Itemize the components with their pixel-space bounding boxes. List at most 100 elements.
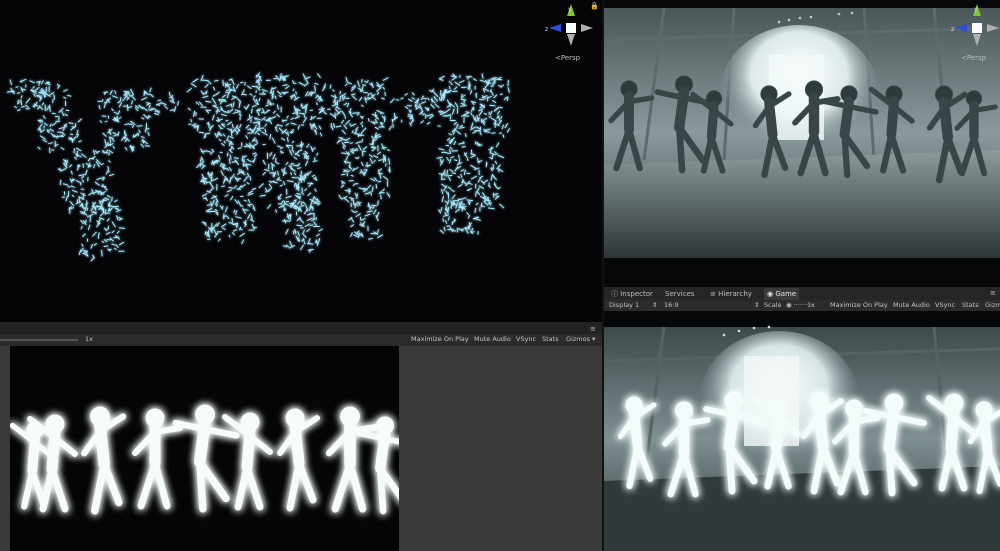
gizmos-dropdown[interactable]: Gizm xyxy=(985,300,1000,311)
particle-streak xyxy=(451,190,455,192)
particle-streak xyxy=(67,185,70,188)
particle-streak xyxy=(245,124,250,129)
particle-streak xyxy=(481,73,484,79)
particle-streak xyxy=(438,96,441,101)
particle-streak xyxy=(296,193,301,195)
particle-streak xyxy=(221,223,227,228)
stats-toggle[interactable]: Stats xyxy=(962,300,979,311)
particle-streak xyxy=(20,95,23,99)
particle-streak xyxy=(97,232,100,239)
particle-streak xyxy=(304,188,308,191)
vsync-toggle[interactable]: VSync xyxy=(516,334,536,345)
particle-streak xyxy=(491,154,494,160)
particle-streak xyxy=(205,150,212,153)
particle-streak xyxy=(410,109,412,114)
particle-streak xyxy=(59,179,62,186)
game-view-glow-left[interactable] xyxy=(10,346,399,551)
particle-streak xyxy=(141,117,145,120)
vsync-toggle[interactable]: VSync xyxy=(935,300,955,311)
particle-streak xyxy=(141,97,148,101)
particle-streak xyxy=(366,210,373,213)
particle-streak xyxy=(320,98,324,102)
chevron-down-icon: ⇕ xyxy=(754,301,760,309)
particle-streak xyxy=(300,205,305,207)
particle-streak xyxy=(214,223,218,228)
particle-streak xyxy=(235,216,242,219)
particle-streak xyxy=(448,80,453,86)
aspect-select[interactable]: 16:9 xyxy=(664,300,679,311)
particle-streak xyxy=(285,85,290,90)
particle-streak xyxy=(335,125,342,128)
scene-gizmo[interactable]: y z xyxy=(543,2,595,50)
particle-streak xyxy=(465,111,469,113)
scene-gizmo-right[interactable]: y z xyxy=(949,2,1000,50)
particle-streak xyxy=(138,129,141,134)
mute-audio-toggle[interactable]: Mute Audio xyxy=(893,300,930,311)
particle-streak xyxy=(226,167,230,171)
particle-streak xyxy=(316,152,319,156)
particle-streak xyxy=(312,160,318,163)
tab-services[interactable]: Services xyxy=(662,288,698,300)
particle-streak xyxy=(280,147,284,149)
particle-streak xyxy=(371,204,377,207)
particle-streak xyxy=(414,105,418,109)
persp-toggle[interactable]: <Persp xyxy=(555,54,580,62)
scene-view-video[interactable]: y z <Persp xyxy=(604,0,1000,287)
particle-streak xyxy=(222,94,227,98)
particle-streak xyxy=(465,111,470,115)
particle-streak xyxy=(226,180,230,182)
particle-streak xyxy=(201,173,205,179)
particle-streak xyxy=(279,184,283,187)
particle-streak xyxy=(343,197,350,203)
particle-streak xyxy=(232,101,235,107)
particle-streak xyxy=(349,112,353,118)
particle-streak xyxy=(364,213,371,217)
particle-streak xyxy=(285,123,289,127)
scale-slider[interactable] xyxy=(0,339,78,341)
particle-streak xyxy=(492,100,497,103)
particle-streak xyxy=(373,121,379,124)
mute-audio-toggle[interactable]: Mute Audio xyxy=(474,334,511,345)
gizmos-dropdown[interactable]: Gizmos ▾ xyxy=(566,334,595,345)
particle-streak xyxy=(61,110,65,117)
particle-streak xyxy=(282,84,288,86)
scene-view-particles[interactable]: y z 🔒 <Persp xyxy=(0,0,602,322)
particle-streak xyxy=(109,173,115,177)
particle-streak xyxy=(216,222,220,227)
display-select[interactable]: Display 1 xyxy=(609,300,639,311)
tab-game[interactable]: ◉ Game xyxy=(764,288,800,300)
particle-streak xyxy=(69,133,74,136)
particle-streak xyxy=(15,86,19,88)
bottom-left-tab-strip: ≡ xyxy=(0,322,602,334)
particle-streak xyxy=(115,244,119,248)
tab-menu-icon[interactable]: ≡ xyxy=(990,289,996,297)
game-view-glow-right[interactable] xyxy=(604,311,1000,551)
maximize-on-play-toggle[interactable]: Maximize On Play xyxy=(830,300,888,311)
tab-menu-icon[interactable]: ≡ xyxy=(590,325,596,333)
lock-icon[interactable]: 🔒 xyxy=(590,2,599,10)
particle-streak xyxy=(483,200,489,206)
persp-toggle-right[interactable]: <Persp xyxy=(961,54,986,62)
particle-streak xyxy=(270,91,274,96)
tab-inspector[interactable]: ⓘ Inspector xyxy=(608,288,656,300)
scale-value: 1x xyxy=(85,335,93,343)
particle-streak xyxy=(252,95,256,98)
particle-streak xyxy=(407,115,412,118)
particle-streak xyxy=(41,102,45,106)
particle-streak xyxy=(272,153,276,160)
particle-streak xyxy=(221,185,225,188)
particle-streak xyxy=(252,152,257,155)
particle-streak xyxy=(148,104,151,109)
particle-streak xyxy=(230,130,233,137)
particle-streak xyxy=(496,78,503,81)
particle-streak xyxy=(231,217,233,223)
maximize-on-play-toggle[interactable]: Maximize On Play xyxy=(411,334,469,345)
particle-streak xyxy=(63,162,67,168)
tab-hierarchy[interactable]: ≡ Hierarchy xyxy=(707,288,755,300)
particle-streak xyxy=(51,122,57,126)
stats-toggle[interactable]: Stats xyxy=(542,334,559,345)
particle-streak xyxy=(362,146,368,151)
particle-streak xyxy=(411,97,415,100)
particle-streak xyxy=(422,113,426,116)
particle-streak xyxy=(305,79,309,84)
